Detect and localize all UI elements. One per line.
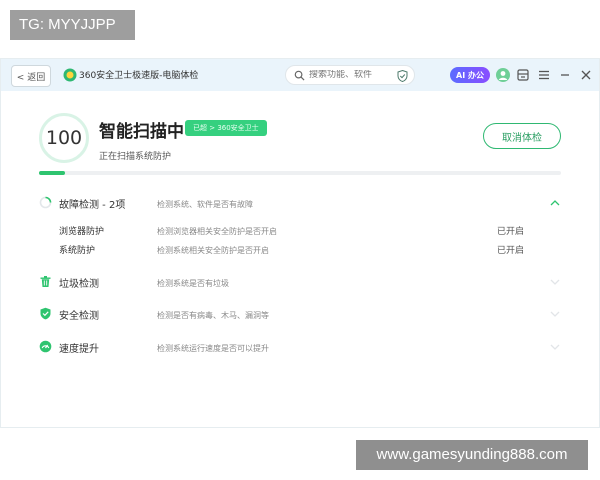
title-bar: < 返回 360安全卫士极速版-电脑体检 AI 办公	[1, 59, 599, 91]
item-status-browser: 已开启	[497, 227, 525, 237]
watermark-top-left: TG: MYYJJPP	[10, 10, 135, 40]
section-title-junk[interactable]: 垃圾检测	[59, 275, 99, 290]
skin-icon[interactable]	[516, 68, 530, 82]
chevron-down-icon[interactable]	[549, 278, 561, 286]
section-title-speed[interactable]: 速度提升	[59, 340, 99, 355]
app-window: < 返回 360安全卫士极速版-电脑体检 AI 办公	[0, 58, 600, 428]
scan-title: 智能扫描中	[99, 122, 184, 142]
section-desc-junk: 检测系统是否有垃圾	[157, 279, 229, 288]
minimize-icon[interactable]	[558, 68, 572, 82]
scan-panel: 100 智能扫描中 已超 > 360安全卫士 正在扫描系统防护 取消体检 故障检…	[1, 91, 599, 427]
ai-office-button[interactable]: AI 办公	[450, 67, 490, 83]
section-desc-fault: 检测系统、软件是否有故障	[157, 200, 253, 209]
scan-status: 正在扫描系统防护	[99, 152, 172, 162]
shield-check-icon[interactable]	[397, 70, 408, 82]
scan-badge: 已超 > 360安全卫士	[185, 120, 267, 136]
item-name-system: 系统防护	[59, 246, 96, 256]
item-status-system: 已开启	[497, 246, 525, 256]
menu-icon[interactable]	[537, 68, 551, 82]
back-button[interactable]: < 返回	[11, 65, 51, 87]
avatar-icon[interactable]	[496, 68, 510, 82]
search-input[interactable]	[309, 70, 389, 80]
chevron-up-icon[interactable]	[549, 199, 561, 207]
search-box[interactable]	[285, 65, 415, 85]
health-score: 100	[39, 113, 89, 163]
section-desc-speed: 检测系统运行速度是否可以提升	[157, 344, 269, 353]
spinner-icon	[39, 196, 52, 209]
item-desc-system: 检测系统相关安全防护是否开启	[157, 246, 269, 255]
watermark-bottom-right: www.gamesyunding888.com	[356, 440, 588, 470]
search-icon	[294, 70, 305, 81]
item-desc-browser: 检测浏览器相关安全防护是否开启	[157, 227, 277, 236]
chevron-down-icon[interactable]	[549, 343, 561, 351]
app-logo-icon	[63, 68, 77, 82]
section-title-security[interactable]: 安全检测	[59, 307, 99, 322]
app-title: 360安全卫士极速版-电脑体检	[79, 71, 199, 81]
scan-progress-bar	[39, 171, 561, 175]
close-icon[interactable]	[579, 68, 593, 82]
chevron-down-icon[interactable]	[549, 310, 561, 318]
speedometer-icon	[39, 340, 52, 353]
shield-icon	[40, 307, 51, 320]
section-title-fault[interactable]: 故障检测 - 2项	[59, 196, 125, 211]
item-name-browser: 浏览器防护	[59, 227, 105, 237]
trash-icon	[40, 276, 51, 287]
section-desc-security: 检测是否有病毒、木马、漏洞等	[157, 311, 269, 320]
scan-progress-fill	[39, 171, 66, 175]
cancel-scan-button[interactable]: 取消体检	[483, 123, 561, 149]
